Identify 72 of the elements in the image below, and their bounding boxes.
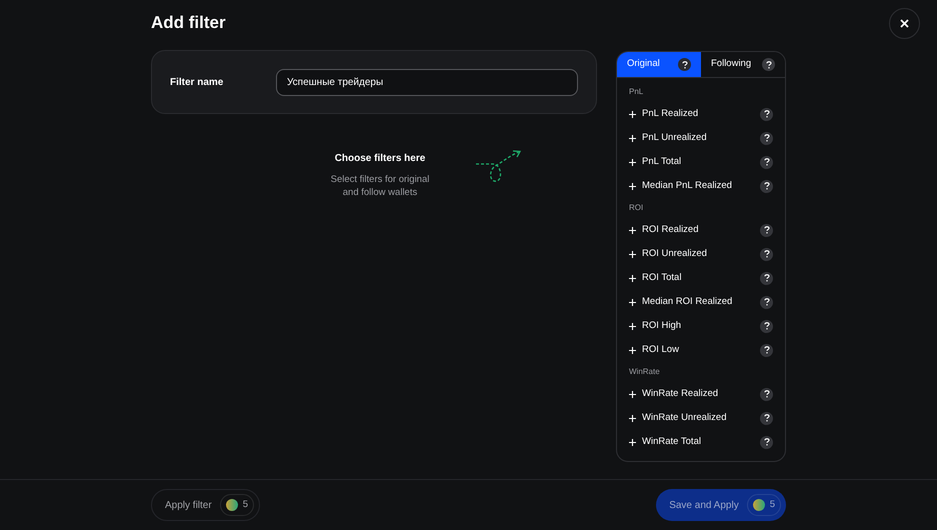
filter-option[interactable]: WinRate Realized xyxy=(629,382,773,406)
plus-icon xyxy=(629,438,636,446)
filter-option[interactable]: WinRate Total xyxy=(629,430,773,454)
filter-option-label: PnL Total xyxy=(642,154,682,169)
help-icon[interactable] xyxy=(760,344,773,356)
help-icon[interactable] xyxy=(760,412,773,424)
help-icon[interactable] xyxy=(760,436,773,448)
filter-option-label: ROI Low xyxy=(642,342,680,357)
filter-option-label: WinRate Unrealized xyxy=(642,410,728,425)
field-label: Filter name xyxy=(170,76,224,90)
dialog-title: Add filter xyxy=(151,12,226,34)
filter-option[interactable]: PnL Realized xyxy=(629,102,773,126)
help-icon[interactable] xyxy=(760,272,773,284)
plus-icon xyxy=(629,390,636,398)
empty-state-text: Select filters for original and follow wallets xyxy=(330,173,430,199)
filter-option-label: WinRate Realized xyxy=(642,386,720,401)
filter-option-label: ROI Unrealized xyxy=(642,246,708,261)
help-icon[interactable] xyxy=(760,108,773,120)
filter-option-label: PnL Unrealized xyxy=(642,130,708,145)
close-button[interactable] xyxy=(889,8,920,39)
plus-icon xyxy=(629,182,636,190)
plus-icon xyxy=(629,158,636,166)
help-icon[interactable] xyxy=(762,58,775,71)
dashed-arrow-icon xyxy=(475,149,523,183)
filter-option[interactable]: Median PnL Realized xyxy=(629,174,773,198)
filter-option[interactable]: PnL Unrealized xyxy=(629,126,773,150)
count-badge: 5 xyxy=(746,494,781,516)
filter-option[interactable]: WinRate Unrealized xyxy=(629,406,773,430)
filter-option-label: Median PnL Realized xyxy=(642,178,733,193)
plus-icon xyxy=(629,298,636,306)
plus-icon xyxy=(629,322,636,330)
filter-option-label: PnL Realized xyxy=(642,106,700,121)
filter-name-input[interactable]: Успешные трейдеры xyxy=(276,68,578,96)
filter-option[interactable]: PnL Total xyxy=(629,150,773,174)
help-icon[interactable] xyxy=(760,388,773,400)
group-heading: PnL xyxy=(629,86,644,98)
tab-label: Following xyxy=(711,57,752,72)
help-icon[interactable] xyxy=(760,132,773,144)
filter-option-label: Median ROI Realized xyxy=(642,294,734,309)
filter-option[interactable]: ROI Realized xyxy=(629,218,773,242)
plus-icon xyxy=(629,346,636,354)
filter-option[interactable]: ROI High xyxy=(629,314,773,338)
count-badge: 5 xyxy=(220,494,254,516)
token-icon xyxy=(226,499,238,511)
empty-state-heading: Choose filters here xyxy=(334,152,426,166)
group-heading: ROI xyxy=(629,202,644,214)
group-heading: WinRate xyxy=(629,366,661,378)
close-icon xyxy=(900,19,909,28)
plus-icon xyxy=(629,250,636,258)
plus-icon xyxy=(629,274,636,282)
filter-option[interactable]: Median ROI Realized xyxy=(629,290,773,314)
help-icon[interactable] xyxy=(678,58,691,71)
help-icon[interactable] xyxy=(760,156,773,168)
help-icon[interactable] xyxy=(760,224,773,236)
plus-icon xyxy=(629,226,636,234)
filter-option[interactable]: ROI Unrealized xyxy=(629,242,773,266)
plus-icon xyxy=(629,134,636,142)
filter-option-label: ROI Total xyxy=(642,270,682,285)
tab-label: Original xyxy=(627,57,660,72)
filter-option-label: ROI High xyxy=(642,318,682,333)
help-icon[interactable] xyxy=(760,248,773,260)
filter-option[interactable]: ROI Total xyxy=(629,266,773,290)
help-icon[interactable] xyxy=(760,296,773,308)
plus-icon xyxy=(629,414,636,422)
plus-icon xyxy=(629,110,636,118)
help-icon[interactable] xyxy=(760,320,773,332)
filter-option-label: WinRate Total xyxy=(642,434,702,449)
filter-option[interactable]: ROI Low xyxy=(629,338,773,362)
token-icon xyxy=(752,499,765,511)
tab[interactable]: Original xyxy=(617,52,701,77)
filter-option-label: ROI Realized xyxy=(642,222,700,237)
help-icon[interactable] xyxy=(760,180,773,192)
